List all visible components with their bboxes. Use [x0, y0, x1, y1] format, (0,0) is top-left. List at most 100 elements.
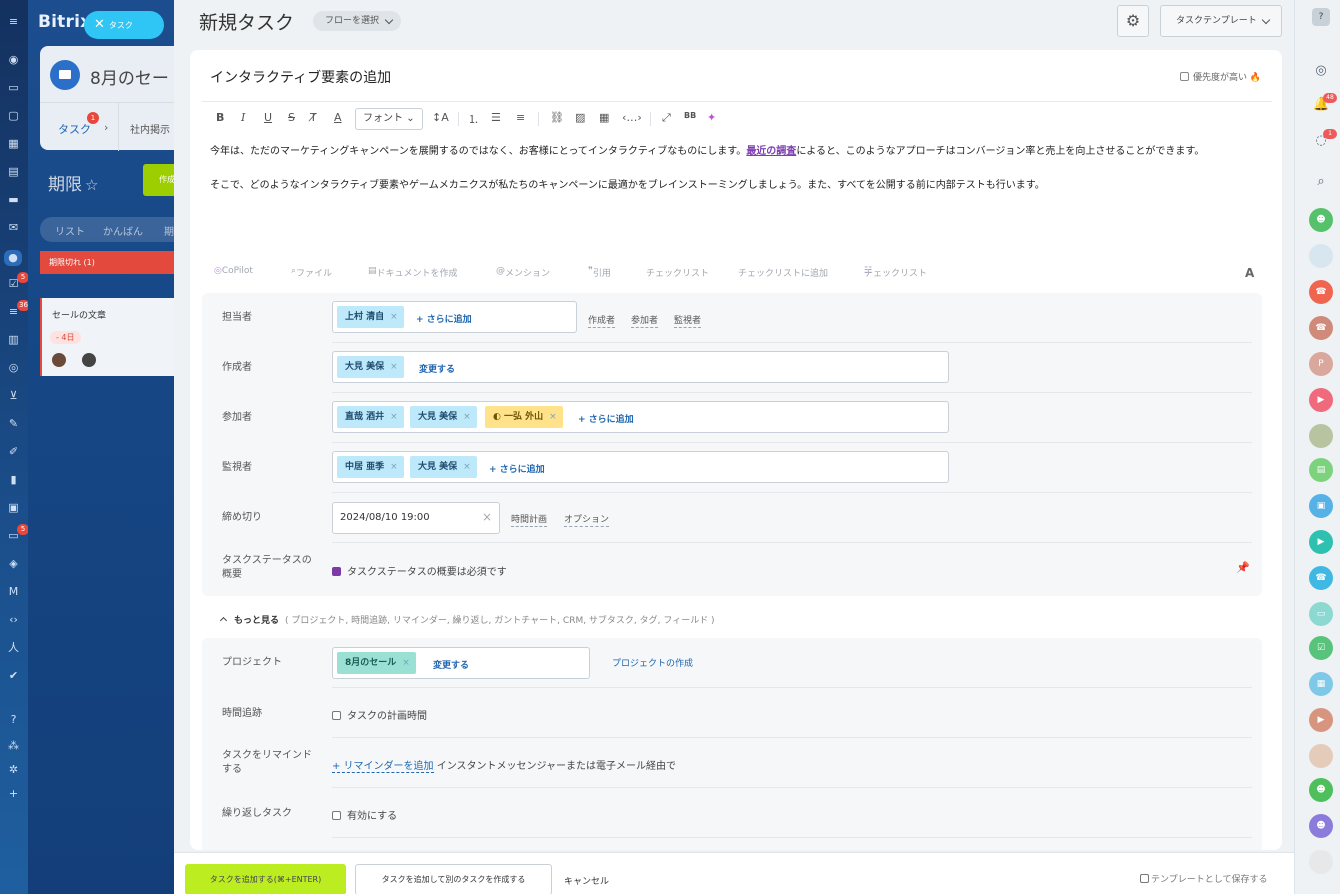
deadline-input[interactable]: 2024/08/10 19:00 ×: [332, 502, 500, 534]
checkbox-icon[interactable]: [332, 567, 341, 576]
avatar[interactable]: [1309, 744, 1333, 768]
cart-icon[interactable]: ⊻: [7, 390, 20, 401]
external-user-chip[interactable]: ◐ 一弘 外山 ×: [485, 406, 563, 428]
groups-icon[interactable]: ●: [4, 250, 22, 266]
video-icon[interactable]: ▶: [1309, 708, 1333, 732]
more-toggle[interactable]: もっと見る ( プロジェクト, 時間追跡, リマインダー, 繰り返し, ガントチャ…: [219, 613, 715, 626]
chat-icon[interactable]: ▢: [7, 110, 20, 121]
add-icon[interactable]: +: [7, 788, 20, 799]
add-more-link[interactable]: + さらに追加: [578, 412, 634, 425]
remove-icon[interactable]: ×: [463, 462, 471, 472]
add-and-create-another-button[interactable]: タスクを追加して別のタスクを作成する: [355, 864, 552, 894]
copilot-button[interactable]: ◎ CoPilot: [214, 266, 253, 276]
settings-icon[interactable]: ✲: [7, 764, 20, 775]
docs-icon[interactable]: ▤: [7, 166, 20, 177]
phone-icon[interactable]: ☎: [1309, 566, 1333, 590]
remove-icon[interactable]: ×: [463, 412, 471, 422]
add-more-link[interactable]: + さらに追加: [489, 462, 545, 475]
remove-icon[interactable]: ×: [390, 362, 398, 372]
phone-icon[interactable]: ☎: [1309, 280, 1333, 304]
clear-icon[interactable]: ×: [482, 510, 492, 524]
structure-icon[interactable]: ⁂: [7, 740, 20, 751]
save-as-template-checkbox[interactable]: テンプレートとして保存する: [1140, 872, 1267, 885]
search-icon[interactable]: ⌕: [1313, 174, 1329, 190]
view-deadline[interactable]: 期: [164, 223, 174, 238]
change-link[interactable]: 変更する: [433, 658, 469, 671]
checklist-button[interactable]: チェックリスト: [646, 266, 709, 279]
messenger-icon[interactable]: ▭: [7, 82, 20, 93]
text-color-icon[interactable]: A: [334, 111, 342, 124]
tab-tasks[interactable]: タスク: [58, 121, 91, 137]
analytics-icon[interactable]: ▮: [7, 474, 20, 485]
avatar-p[interactable]: P: [1309, 352, 1333, 376]
create-project-link[interactable]: プロジェクトの作成: [612, 656, 693, 669]
project-chip[interactable]: 8月のセール ×: [337, 652, 416, 674]
pin-icon[interactable]: 📌: [1236, 561, 1250, 574]
checkbox-icon[interactable]: [1140, 874, 1149, 883]
help-icon[interactable]: ?: [1312, 8, 1330, 26]
group-chat-icon[interactable]: ☻: [1309, 778, 1333, 802]
add-more-link[interactable]: + さらに追加: [416, 312, 472, 325]
change-link[interactable]: 変更する: [419, 362, 455, 375]
add-reminder-link[interactable]: + リマインダーを追加: [332, 761, 434, 773]
star-icon[interactable]: ☆: [85, 176, 98, 194]
code-icon[interactable]: ‹…›: [622, 111, 642, 124]
pen-icon[interactable]: ✐: [7, 446, 20, 457]
bbcode-icon[interactable]: BB: [684, 111, 696, 120]
flow-select[interactable]: フローを選択: [313, 11, 402, 31]
role-link-observer[interactable]: 監視者: [674, 313, 702, 328]
target-icon[interactable]: ◎: [7, 362, 20, 373]
font-select[interactable]: フォント ⌄: [355, 108, 423, 130]
align-icon[interactable]: ≡: [516, 111, 525, 124]
market-icon[interactable]: M: [7, 586, 20, 597]
research-link[interactable]: 最近の調査: [746, 146, 796, 157]
video-icon[interactable]: ▶: [1309, 530, 1333, 554]
role-link-creator[interactable]: 作成者: [588, 313, 616, 328]
help-icon[interactable]: ?: [7, 714, 20, 725]
box-icon[interactable]: ◈: [7, 558, 20, 569]
mail-icon[interactable]: ✉: [7, 222, 20, 233]
avatar[interactable]: [1309, 424, 1333, 448]
calendar-icon[interactable]: ▦: [1309, 672, 1333, 696]
checkbox-icon[interactable]: [332, 811, 341, 820]
calendar-icon[interactable]: ▦: [7, 138, 20, 149]
strikethrough-icon[interactable]: S: [288, 111, 295, 124]
mention-button[interactable]: @ メンション: [496, 266, 550, 279]
avatar[interactable]: [1309, 850, 1333, 874]
user-chip[interactable]: 上村 清自 ×: [337, 306, 404, 328]
check-icon[interactable]: ✔: [7, 670, 20, 681]
group-chat-icon[interactable]: ☻: [1309, 814, 1333, 838]
role-link-participant[interactable]: 参加者: [631, 313, 659, 328]
link-icon[interactable]: ⛓: [550, 111, 564, 124]
view-kanban[interactable]: かんばん: [103, 223, 143, 238]
task-template-button[interactable]: タスクテンプレート: [1160, 5, 1282, 37]
sign-icon[interactable]: ✎: [7, 418, 20, 429]
checkbox-icon[interactable]: [332, 711, 341, 720]
italic-icon[interactable]: I: [241, 111, 245, 124]
contact-icon[interactable]: ▣: [7, 502, 20, 513]
underline-icon[interactable]: U: [264, 111, 272, 124]
user-chip[interactable]: 大見 美保 ×: [337, 356, 404, 378]
feed-icon[interactable]: ◉: [7, 54, 20, 65]
phone-icon[interactable]: ☎: [1309, 316, 1333, 340]
user-chip[interactable]: 直哉 酒井 ×: [337, 406, 404, 428]
project-input[interactable]: 8月のセール × 変更する: [332, 647, 590, 679]
repeat-checkbox[interactable]: 有効にする: [332, 807, 397, 822]
user-chip[interactable]: 大見 美保 ×: [410, 456, 477, 478]
fullscreen-icon[interactable]: ⤢: [662, 111, 671, 125]
remove-icon[interactable]: ×: [390, 412, 398, 422]
create-button[interactable]: 作成: [143, 164, 174, 196]
table-icon[interactable]: ▦: [599, 111, 609, 124]
kanban-card[interactable]: セールの文章 - 4日: [40, 298, 174, 376]
close-slider-button[interactable]: ✕ タスク: [84, 11, 164, 39]
menu-icon[interactable]: ≡: [7, 16, 20, 27]
contact-card-icon[interactable]: ▣: [1309, 494, 1333, 518]
drive-icon[interactable]: ▬: [7, 194, 20, 205]
message-icon[interactable]: ▭: [1309, 602, 1333, 626]
remove-icon[interactable]: ×: [549, 412, 557, 422]
task-title-input[interactable]: インタラクティブ要素の追加: [210, 67, 391, 87]
numbered-list-icon[interactable]: ⒈: [468, 111, 479, 127]
code-icon[interactable]: ‹›: [7, 614, 20, 625]
copilot-icon[interactable]: ◎: [1313, 63, 1329, 79]
quote-button[interactable]: ❞ 引用: [588, 266, 611, 279]
